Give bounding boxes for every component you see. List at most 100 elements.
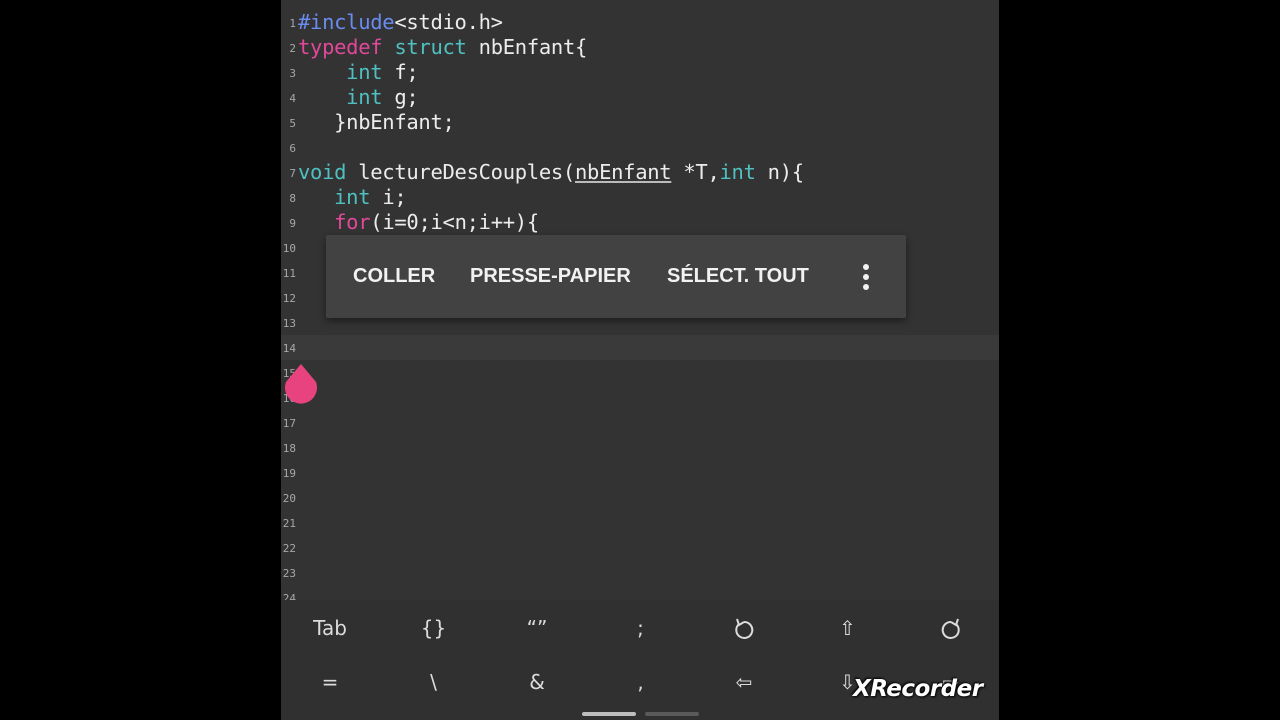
nav-indicator — [582, 712, 636, 716]
code-line[interactable]: 7 void lectureDesCouples(nbEnfant *T,int … — [281, 160, 999, 185]
code-token: for — [334, 210, 371, 234]
key-braces[interactable]: {} — [384, 603, 484, 653]
extra-keys-bar: Tab{} “”; ⇧ = \ &, ⇦ ⇩ ⇨ — [281, 600, 999, 720]
code-line[interactable]: 1 #include<stdio.h> — [281, 10, 999, 35]
code-line[interactable]: 8 int i; — [281, 185, 999, 210]
text-selection-menu: COLLER PRESSE-PAPIER SÉLECT. TOUT — [326, 235, 906, 318]
code-token: g; — [382, 85, 419, 109]
code-token: int — [346, 85, 383, 109]
code-text: int i; — [298, 185, 407, 210]
code-token: void — [298, 160, 347, 184]
code-token: int — [719, 160, 756, 184]
code-text: int g; — [298, 85, 419, 110]
key-comma[interactable]: , — [591, 657, 691, 707]
key-tab[interactable]: Tab — [281, 603, 380, 653]
key-backslash[interactable]: \ — [384, 657, 484, 707]
code-text: typedef struct nbEnfant{ — [298, 35, 587, 60]
line-number: 19 — [282, 467, 296, 480]
code-token: lectureDesCouples( — [346, 160, 575, 184]
code-token: n){ — [755, 160, 804, 184]
line-number: 7 — [289, 167, 296, 180]
line-number: 9 — [289, 217, 296, 230]
code-token: nbEnfant — [574, 160, 672, 184]
code-text: }nbEnfant; — [298, 110, 455, 135]
code-line[interactable]: 24 — [281, 585, 999, 601]
code-token: int — [346, 60, 383, 84]
code-line[interactable]: 15 — [281, 360, 999, 385]
code-line[interactable]: 6 — [281, 135, 999, 160]
undo-icon — [731, 616, 757, 640]
key-shift-up[interactable]: ⇧ — [798, 603, 898, 653]
code-line[interactable]: 23 — [281, 560, 999, 585]
code-line[interactable]: 19 — [281, 460, 999, 485]
line-number: 20 — [282, 492, 296, 505]
line-number: 13 — [282, 317, 296, 330]
code-token: int — [334, 185, 371, 209]
code-line[interactable]: 4 int g; — [281, 85, 999, 110]
line-number: 1 — [289, 17, 296, 30]
select-all-button[interactable]: SÉLECT. TOUT — [667, 235, 809, 318]
line-number: 2 — [289, 42, 296, 55]
line-number: 8 — [289, 192, 296, 205]
text-cursor-handle[interactable] — [283, 362, 319, 404]
code-line[interactable]: 9 for(i=0;i<n;i++){ — [281, 210, 999, 235]
clipboard-button[interactable]: PRESSE-PAPIER — [470, 235, 631, 318]
code-token: f; — [382, 60, 419, 84]
line-number: 6 — [289, 142, 296, 155]
code-token: }nbEnfant; — [298, 110, 455, 134]
code-token: typedef — [298, 35, 383, 59]
code-token: *T, — [671, 160, 720, 184]
line-number: 23 — [282, 567, 296, 580]
line-number: 12 — [282, 292, 296, 305]
code-text: #include<stdio.h> — [298, 10, 503, 35]
code-line[interactable]: 5 }nbEnfant; — [281, 110, 999, 135]
key-redo[interactable] — [901, 603, 999, 653]
paste-button[interactable]: COLLER — [353, 235, 435, 318]
line-number: 11 — [282, 267, 296, 280]
code-token: i; — [370, 185, 407, 209]
code-token: (i=0;i<n;i++){ — [370, 210, 539, 234]
key-semicolon[interactable]: ; — [591, 603, 691, 653]
code-line[interactable]: 17 — [281, 410, 999, 435]
app-screen: 1 #include<stdio.h> 2 typedef struct nbEnfa… — [281, 0, 999, 720]
key-arrow-left[interactable]: ⇦ — [694, 657, 794, 707]
line-number: 22 — [282, 542, 296, 555]
line-number: 5 — [289, 117, 296, 130]
recorder-watermark: XRecorder — [853, 676, 983, 702]
line-number: 24 — [282, 592, 296, 601]
key-equals[interactable]: = — [281, 657, 380, 707]
code-line[interactable]: 18 — [281, 435, 999, 460]
line-number: 21 — [282, 517, 296, 530]
key-ampersand[interactable]: & — [487, 657, 587, 707]
code-token: struct — [394, 35, 467, 59]
code-line[interactable]: 3 int f; — [281, 60, 999, 85]
code-token: <stdio.h> — [394, 10, 503, 34]
line-number: 4 — [289, 92, 296, 105]
line-number: 14 — [282, 342, 296, 355]
code-text: int f; — [298, 60, 419, 85]
line-number: 3 — [289, 67, 296, 80]
key-undo[interactable] — [694, 603, 794, 653]
more-vertical-icon[interactable] — [856, 262, 876, 292]
code-text: for(i=0;i<n;i++){ — [298, 210, 539, 235]
code-line[interactable]: 2 typedef struct nbEnfant{ — [281, 35, 999, 60]
code-line[interactable]: 20 — [281, 485, 999, 510]
nav-indicator-secondary — [645, 712, 699, 716]
code-text: void lectureDesCouples(nbEnfant *T,int n… — [298, 160, 804, 185]
code-line[interactable]: 22 — [281, 535, 999, 560]
code-token: #include — [298, 10, 395, 34]
line-number: 18 — [282, 442, 296, 455]
line-number: 17 — [282, 417, 296, 430]
code-line[interactable]: 14 — [281, 335, 999, 360]
redo-icon — [938, 616, 964, 640]
key-quotes[interactable]: “” — [487, 603, 587, 653]
line-number: 10 — [282, 242, 296, 255]
code-line[interactable]: 21 — [281, 510, 999, 535]
code-line[interactable]: 16 — [281, 385, 999, 410]
code-token: nbEnfant{ — [466, 35, 588, 59]
